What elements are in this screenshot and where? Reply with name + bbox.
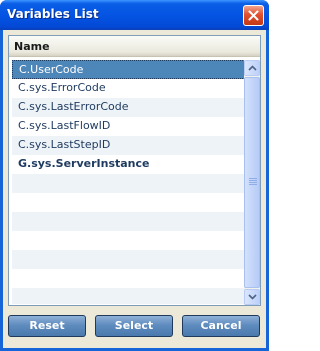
cancel-button[interactable]: Cancel bbox=[182, 315, 260, 337]
column-header-label: Name bbox=[14, 40, 50, 53]
close-icon bbox=[248, 10, 259, 21]
empty-row bbox=[12, 174, 244, 193]
empty-row bbox=[12, 288, 244, 304]
variables-list-window: Variables List Name C.UserCode C.sys.Err… bbox=[0, 0, 269, 351]
list-item[interactable]: C.sys.ErrorCode bbox=[12, 79, 244, 98]
empty-row bbox=[12, 269, 244, 288]
dialog-body: Name C.UserCode C.sys.ErrorCode C.sys.La… bbox=[3, 30, 266, 348]
empty-row bbox=[12, 231, 244, 250]
empty-row bbox=[12, 250, 244, 269]
vertical-scrollbar[interactable] bbox=[244, 60, 260, 305]
column-header-name[interactable]: Name bbox=[9, 36, 260, 57]
reset-button[interactable]: Reset bbox=[8, 315, 86, 337]
list-item[interactable]: G.sys.ServerInstance bbox=[12, 155, 244, 174]
list-rows: C.UserCode C.sys.ErrorCode C.sys.LastErr… bbox=[9, 60, 244, 304]
chevron-up-icon bbox=[248, 65, 257, 71]
variables-list: Name C.UserCode C.sys.ErrorCode C.sys.La… bbox=[8, 35, 261, 306]
select-button[interactable]: Select bbox=[95, 315, 173, 337]
title-bar[interactable]: Variables List bbox=[0, 0, 269, 30]
scroll-up-button[interactable] bbox=[244, 60, 260, 76]
empty-row bbox=[12, 193, 244, 212]
list-item[interactable]: C.UserCode bbox=[12, 60, 244, 79]
scroll-down-button[interactable] bbox=[244, 289, 260, 305]
empty-row bbox=[12, 212, 244, 231]
grip-icon bbox=[249, 178, 257, 186]
scroll-thumb[interactable] bbox=[244, 77, 260, 288]
list-item[interactable]: C.sys.LastErrorCode bbox=[12, 98, 244, 117]
list-item[interactable]: C.sys.LastFlowID bbox=[12, 117, 244, 136]
list-item[interactable]: C.sys.LastStepID bbox=[12, 136, 244, 155]
chevron-down-icon bbox=[248, 294, 257, 300]
close-button[interactable] bbox=[243, 5, 264, 26]
window-title: Variables List bbox=[7, 7, 99, 21]
